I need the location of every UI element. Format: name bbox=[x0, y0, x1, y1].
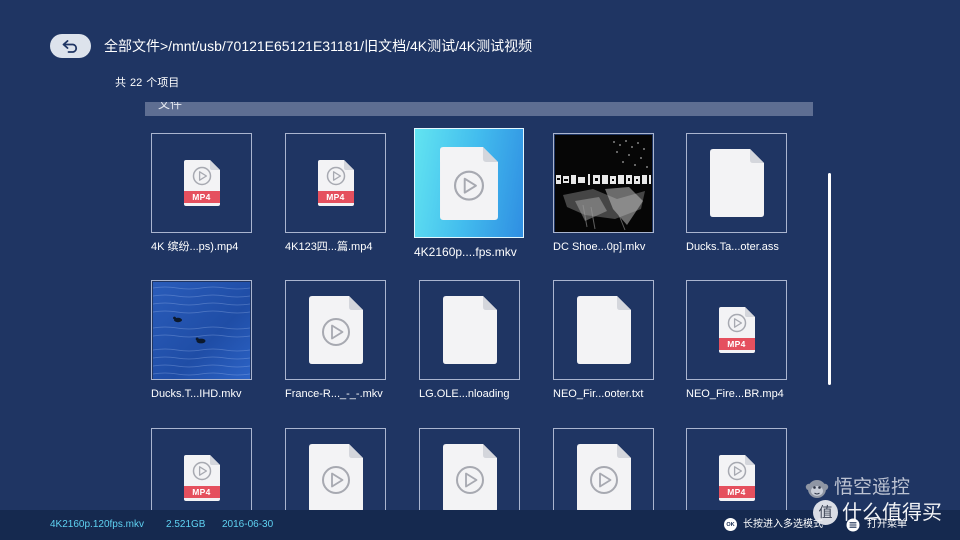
item-count-prefix: 共 bbox=[115, 77, 126, 89]
file-tile[interactable] bbox=[686, 133, 787, 233]
file-item[interactable] bbox=[419, 428, 520, 510]
file-item[interactable]: MP4 4K123四...篇.mp4 bbox=[285, 133, 386, 253]
ok-button-icon: OK bbox=[724, 518, 737, 531]
ok-key-label: OK bbox=[726, 521, 735, 528]
mp4-badge-label: MP4 bbox=[727, 339, 746, 349]
file-name: 4K2160p....fps.mkv bbox=[414, 245, 517, 259]
scrollbar-thumb[interactable] bbox=[828, 173, 831, 385]
file-item[interactable]: MP4 bbox=[686, 428, 787, 510]
file-item[interactable]: LG.OLE...nloading bbox=[419, 280, 520, 400]
file-item[interactable]: France-R..._-_-.mkv bbox=[285, 280, 386, 400]
selected-file-date: 2016-06-30 bbox=[222, 519, 274, 530]
mp4-badge-label: MP4 bbox=[192, 487, 211, 497]
document-file-icon bbox=[577, 296, 631, 364]
file-item[interactable]: NEO_Fir...ooter.txt bbox=[553, 280, 654, 400]
file-tile[interactable]: MP4 bbox=[686, 280, 787, 380]
mp4-badge-label: MP4 bbox=[326, 192, 345, 202]
document-file-icon bbox=[710, 149, 764, 217]
file-name: France-R..._-_-.mkv bbox=[285, 388, 383, 400]
file-tile[interactable] bbox=[553, 280, 654, 380]
file-tile[interactable]: MP4 bbox=[151, 428, 252, 510]
file-tile[interactable] bbox=[151, 280, 252, 380]
file-item[interactable]: Ducks.Ta...oter.ass bbox=[686, 133, 787, 253]
video-file-icon bbox=[443, 444, 497, 510]
file-item[interactable]: Ducks.T...IHD.mkv bbox=[151, 280, 252, 400]
video-thumbnail bbox=[555, 135, 652, 232]
video-file-icon bbox=[309, 444, 363, 510]
mp4-file-icon: MP4 bbox=[719, 307, 755, 353]
video-file-icon bbox=[309, 296, 363, 364]
section-title: 文件 bbox=[158, 102, 183, 111]
file-name: NEO_Fire...BR.mp4 bbox=[686, 388, 784, 400]
back-arrow-icon bbox=[62, 39, 78, 53]
file-tile[interactable] bbox=[553, 428, 654, 510]
file-item[interactable]: MP4 4K 缤纷...ps).mp4 bbox=[151, 133, 252, 253]
file-item[interactable] bbox=[553, 428, 654, 510]
back-button[interactable] bbox=[50, 34, 91, 58]
file-tile[interactable]: MP4 bbox=[151, 133, 252, 233]
file-name: Ducks.Ta...oter.ass bbox=[686, 241, 779, 253]
document-file-icon bbox=[443, 296, 497, 364]
file-item[interactable]: DC Shoe...0p].mkv bbox=[553, 133, 654, 253]
folder-path-breadcrumb: 全部文件>/mnt/usb/70121E65121E31181/旧文档/4K测试… bbox=[104, 38, 533, 54]
file-tile[interactable] bbox=[285, 428, 386, 510]
file-name: Ducks.T...IHD.mkv bbox=[151, 388, 242, 400]
file-item[interactable] bbox=[285, 428, 386, 510]
video-file-icon bbox=[440, 147, 498, 220]
file-name: DC Shoe...0p].mkv bbox=[553, 241, 646, 253]
section-header: 文件 bbox=[145, 102, 813, 116]
mp4-file-icon: MP4 bbox=[719, 455, 755, 501]
watermark-logo-mark: 值 bbox=[813, 500, 838, 525]
mp4-file-icon: MP4 bbox=[318, 160, 354, 206]
file-item-selected[interactable]: 4K2160p....fps.mkv bbox=[414, 128, 524, 259]
mp4-badge-label: MP4 bbox=[192, 192, 211, 202]
file-tile[interactable]: MP4 bbox=[686, 428, 787, 510]
file-name: LG.OLE...nloading bbox=[419, 388, 510, 400]
watermark-text-wukong: 悟空遥控 bbox=[834, 477, 911, 498]
file-tile[interactable] bbox=[419, 280, 520, 380]
mp4-file-icon: MP4 bbox=[184, 455, 220, 501]
item-count-number: 22 bbox=[130, 77, 143, 89]
multi-select-hint: 长按进入多选模式 bbox=[743, 519, 823, 530]
mp4-badge-label: MP4 bbox=[727, 487, 746, 497]
monkey-logo-icon bbox=[805, 480, 829, 498]
file-grid[interactable]: 文件 MP4 4K 缤纷...ps).mp4 MP4 4K123四...篇.mp… bbox=[0, 102, 960, 510]
video-thumbnail bbox=[153, 282, 250, 379]
file-name: NEO_Fir...ooter.txt bbox=[553, 388, 644, 400]
file-name: 4K123四...篇.mp4 bbox=[285, 241, 373, 253]
watermark-text-smzdm: 什么值得买 bbox=[842, 502, 942, 524]
item-count-suffix: 个项目 bbox=[146, 77, 180, 89]
file-item[interactable]: MP4 bbox=[151, 428, 252, 510]
file-tile-selected[interactable] bbox=[414, 128, 524, 238]
file-name: 4K 缤纷...ps).mp4 bbox=[151, 241, 239, 253]
item-count: 共 22 个项目 bbox=[115, 76, 183, 90]
file-tile[interactable] bbox=[553, 133, 654, 233]
selected-file-size: 2.521GB bbox=[166, 519, 206, 530]
file-item[interactable]: MP4 NEO_Fire...BR.mp4 bbox=[686, 280, 787, 400]
mp4-file-icon: MP4 bbox=[184, 160, 220, 206]
file-tile[interactable] bbox=[285, 280, 386, 380]
video-file-icon bbox=[577, 444, 631, 510]
file-tile[interactable] bbox=[419, 428, 520, 510]
selected-file-name: 4K2160p.120fps.mkv bbox=[50, 519, 144, 530]
file-tile[interactable]: MP4 bbox=[285, 133, 386, 233]
